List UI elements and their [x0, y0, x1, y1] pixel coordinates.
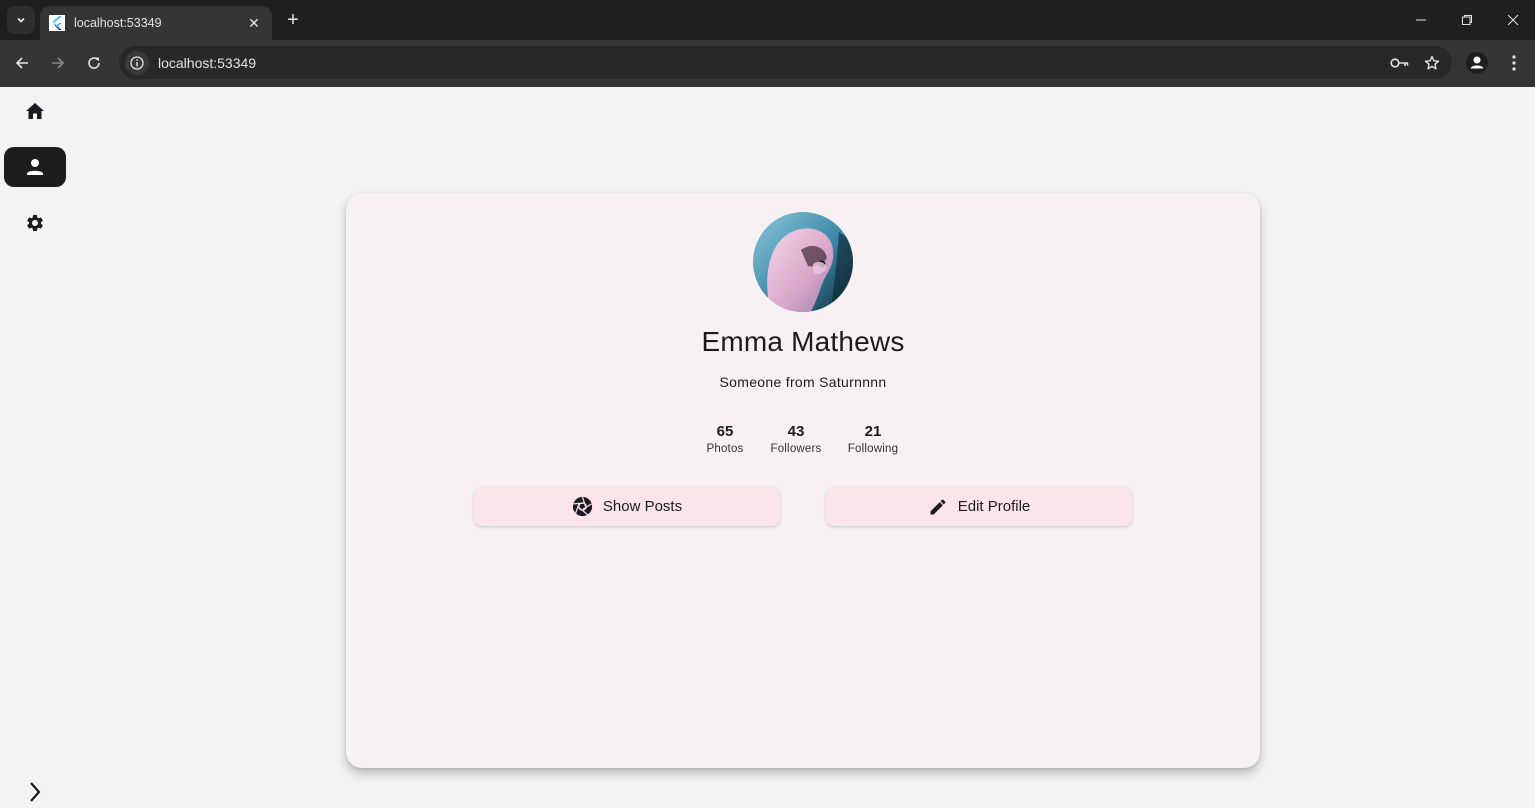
close-icon	[1507, 14, 1519, 26]
profile-bio: Someone from Saturnnnn	[719, 374, 887, 390]
avatar[interactable]	[753, 212, 853, 312]
kebab-menu-icon	[1512, 55, 1516, 71]
stat-value: 65	[716, 423, 734, 440]
url-text[interactable]: localhost:53349	[158, 55, 1388, 71]
bookmark-button[interactable]	[1420, 51, 1444, 75]
tab-title: localhost:53349	[74, 16, 162, 30]
rail-expand-button[interactable]	[22, 779, 48, 805]
show-posts-button[interactable]: Show Posts	[474, 487, 780, 526]
reload-button[interactable]	[81, 50, 107, 76]
stat-followers[interactable]: 43 Followers	[761, 423, 831, 455]
arrow-right-icon	[52, 57, 65, 69]
address-bar[interactable]: localhost:53349	[119, 46, 1452, 79]
edit-profile-label: Edit Profile	[957, 498, 1031, 515]
new-tab-button[interactable]: +	[282, 8, 304, 32]
info-icon	[130, 55, 144, 70]
close-window-button[interactable]	[1490, 0, 1535, 40]
profile-name: Emma Mathews	[701, 326, 905, 357]
person-icon	[27, 159, 43, 175]
app-viewport: Emma Mathews Someone from Saturnnnn 65 P…	[0, 87, 1535, 808]
stat-photos[interactable]: 65 Photos	[695, 423, 755, 455]
account-icon	[1466, 52, 1488, 74]
browser-menu-button[interactable]	[1501, 50, 1527, 76]
profile-button[interactable]	[1464, 50, 1490, 76]
chevron-right-icon	[30, 782, 41, 802]
tab-search-button[interactable]	[7, 6, 35, 34]
flutter-icon	[49, 15, 65, 31]
minimize-button[interactable]	[1398, 0, 1444, 40]
avatar-image	[753, 212, 853, 312]
forward-button[interactable]	[45, 50, 71, 76]
browser-titlebar: localhost:53349 ✕ +	[0, 0, 1535, 40]
minimize-icon	[1416, 19, 1426, 21]
restore-icon	[1462, 15, 1472, 25]
profile-card: Emma Mathews Someone from Saturnnnn 65 P…	[346, 193, 1260, 768]
camera-shutter-icon	[572, 496, 593, 517]
stat-label: Followers	[770, 443, 822, 455]
rail-item-home[interactable]	[4, 91, 66, 131]
stat-label: Photos	[706, 443, 744, 455]
browser-toolbar: localhost:53349	[0, 40, 1535, 87]
stat-following[interactable]: 21 Following	[838, 423, 908, 455]
edit-profile-button[interactable]: Edit Profile	[826, 487, 1132, 526]
show-posts-label: Show Posts	[602, 498, 683, 515]
tab-close-icon[interactable]: ✕	[244, 15, 264, 32]
stat-value: 21	[864, 423, 882, 440]
key-icon	[1390, 57, 1409, 68]
stat-value: 43	[787, 423, 805, 440]
gear-icon	[27, 215, 43, 231]
rail-item-settings[interactable]	[4, 203, 66, 243]
pencil-icon	[930, 498, 946, 514]
stat-label: Following	[847, 443, 899, 455]
chevron-down-icon	[17, 17, 25, 23]
star-icon	[1424, 55, 1440, 69]
reload-icon	[88, 57, 100, 69]
restore-button[interactable]	[1444, 0, 1490, 40]
passwords-button[interactable]	[1388, 51, 1412, 75]
home-icon	[26, 103, 44, 119]
arrow-left-icon	[15, 57, 28, 69]
site-info-button[interactable]	[125, 50, 149, 75]
browser-tab[interactable]: localhost:53349 ✕	[40, 6, 272, 40]
back-button[interactable]	[9, 50, 35, 76]
rail-item-profile[interactable]	[4, 147, 66, 187]
